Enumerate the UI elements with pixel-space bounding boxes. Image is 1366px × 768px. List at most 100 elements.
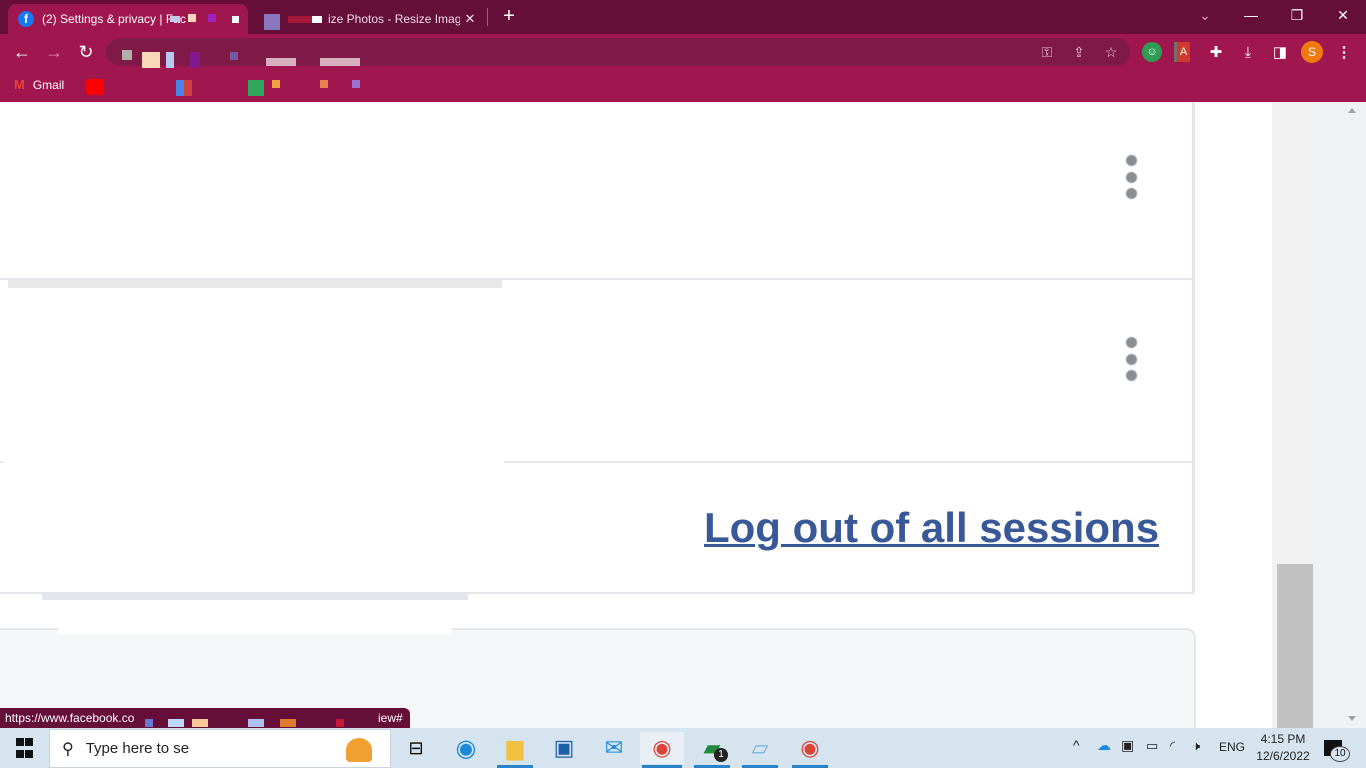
redacted-pixels	[142, 52, 160, 68]
redacted-pixels	[288, 16, 312, 23]
redacted-pixels	[272, 80, 280, 88]
tab-title: (2) Settings & privacy | Fac	[42, 12, 186, 26]
windows-start-button[interactable]	[8, 738, 40, 760]
tab-settings-privacy[interactable]: f (2) Settings & privacy | Fac	[8, 4, 248, 34]
scroll-down-arrow-icon[interactable]	[1348, 716, 1356, 721]
minimize-button[interactable]: —	[1228, 0, 1274, 30]
speaker-muted-icon[interactable]: 🕨︎	[1192, 738, 1200, 754]
page-content: Log out of all sessions	[0, 102, 1272, 738]
chrome-profile-icon[interactable]: ◉	[790, 732, 830, 768]
bookmark-label: Gmail	[32, 77, 65, 92]
new-tab-button[interactable]: +	[498, 6, 520, 28]
clock-time: 4:15 PM	[1260, 732, 1306, 746]
search-placeholder: Type here to se	[85, 740, 190, 757]
profile-avatar[interactable]: S	[1301, 41, 1323, 63]
browser-toolbar: ← → ↻ ⚿ ⇪ ☆ ☺ A ✚ ⤓ ◨ ⋮	[0, 34, 1366, 70]
redacted-pixels	[230, 52, 238, 60]
redacted-pixels	[188, 14, 196, 22]
redacted-pixels	[248, 80, 264, 96]
redacted-pixels	[312, 16, 322, 23]
chrome-menu-icon[interactable]: ⋮	[1334, 42, 1354, 62]
redacted-pixels	[168, 719, 184, 727]
redacted-pixels	[166, 52, 174, 68]
file-explorer-icon[interactable]: ▆	[495, 732, 535, 768]
search-highlight-icon	[346, 738, 372, 762]
pdf-extension-icon[interactable]: A	[1174, 42, 1190, 62]
address-bar[interactable]: ⚿ ⇪ ☆	[106, 38, 1130, 68]
redacted-strip	[8, 280, 502, 288]
device-icon[interactable]: ▣	[1121, 737, 1134, 754]
redacted-pixels	[320, 80, 328, 88]
scroll-thumb[interactable]	[1277, 564, 1313, 728]
redacted-pixels	[176, 80, 192, 96]
close-tab-icon[interactable]: ✕	[460, 11, 480, 27]
redacted-strip	[42, 594, 468, 600]
status-url-end: iew#	[378, 711, 403, 725]
redacted-pixels	[336, 719, 344, 727]
more-options-icon[interactable]	[1126, 337, 1138, 387]
notification-count-badge: 10	[1330, 746, 1350, 762]
edge-icon[interactable]: ◉	[446, 732, 486, 764]
close-window-button[interactable]: ✕	[1320, 0, 1366, 30]
redacted-pixels	[280, 719, 296, 727]
tab-resize-photos[interactable]: ize Photos - Resize Image ✕	[256, 4, 486, 34]
clock[interactable]: 4:15 PM 12/6/2022	[1252, 731, 1314, 765]
logout-all-sessions-link[interactable]: Log out of all sessions	[704, 504, 1159, 552]
forward-button[interactable]: →	[40, 38, 68, 66]
redacted-pixels	[190, 52, 200, 68]
chat-app-icon[interactable]: ▰ 1	[692, 732, 732, 768]
onedrive-icon[interactable]: ☁	[1097, 737, 1111, 754]
chat-badge: 1	[714, 748, 728, 762]
search-icon: ⚲	[62, 740, 74, 758]
key-icon[interactable]: ⚿	[1038, 44, 1056, 60]
redacted-pixels	[122, 50, 132, 60]
back-button[interactable]: ←	[8, 38, 36, 66]
youtube-icon[interactable]	[86, 79, 104, 95]
redacted-strip	[58, 626, 452, 634]
reload-button[interactable]: ↻	[72, 38, 100, 66]
gmail-icon: M	[14, 77, 25, 92]
battery-icon[interactable]: ▭	[1146, 738, 1158, 754]
bookmarks-bar: M Gmail	[0, 70, 1366, 102]
page-scrollbar[interactable]	[1272, 102, 1366, 728]
redacted-pixels	[320, 58, 360, 66]
taskbar-search-box[interactable]: ⚲ Type here to se	[49, 729, 391, 768]
share-icon[interactable]: ⇪	[1070, 44, 1088, 60]
language-indicator[interactable]: ENG	[1219, 740, 1245, 754]
chrome-taskbar-icon[interactable]: ◉	[640, 732, 684, 768]
puzzle-extensions-icon[interactable]: ✚	[1206, 42, 1226, 62]
redacted-strip	[4, 460, 504, 464]
task-view-icon[interactable]: ⊟	[396, 732, 436, 764]
microsoft-store-icon[interactable]: ▣	[544, 732, 584, 764]
redacted-pixels	[352, 80, 360, 88]
redacted-pixels	[266, 58, 296, 66]
windows-taskbar: ⚲ Type here to se ⊟ ◉ ▆ ▣ ✉ ◉ ▰ 1 ▱ ◉ ^ ☁…	[0, 728, 1366, 768]
more-options-icon[interactable]	[1126, 155, 1138, 205]
redacted-pixels	[264, 14, 280, 30]
scroll-up-arrow-icon[interactable]	[1348, 108, 1356, 113]
star-icon[interactable]: ☆	[1102, 44, 1120, 60]
show-hidden-icons-button[interactable]: ^	[1073, 737, 1080, 753]
browser-title-bar: f (2) Settings & privacy | Fac ize Photo…	[0, 0, 1366, 34]
status-url-start: https://www.facebook.co	[5, 711, 135, 725]
tab-title: ize Photos - Resize Image	[328, 12, 460, 26]
status-url-bubble: https://www.facebook.co iew#	[0, 708, 410, 729]
clock-date: 12/6/2022	[1256, 749, 1310, 763]
notepad-icon[interactable]: ▱	[740, 732, 780, 768]
bookmark-gmail[interactable]: M Gmail	[14, 77, 64, 92]
redacted-pixels	[232, 16, 239, 23]
redacted-pixels	[208, 14, 216, 22]
redacted-pixels	[248, 719, 264, 727]
redacted-pixels	[192, 719, 208, 727]
wifi-icon[interactable]: ◜	[1170, 738, 1175, 754]
grammar-bot-extension-icon[interactable]: ☺	[1142, 42, 1162, 62]
download-icon[interactable]: ⤓	[1238, 42, 1258, 62]
tab-search-button[interactable]: ⌄	[1182, 0, 1228, 30]
restore-button[interactable]: ❐	[1274, 0, 1320, 30]
facebook-icon: f	[18, 11, 34, 27]
redacted-pixels	[170, 16, 180, 22]
scroll-gutter	[1318, 102, 1366, 728]
side-panel-icon[interactable]: ◨	[1270, 42, 1290, 62]
redacted-pixels	[145, 719, 153, 727]
mail-icon[interactable]: ✉	[594, 732, 634, 764]
